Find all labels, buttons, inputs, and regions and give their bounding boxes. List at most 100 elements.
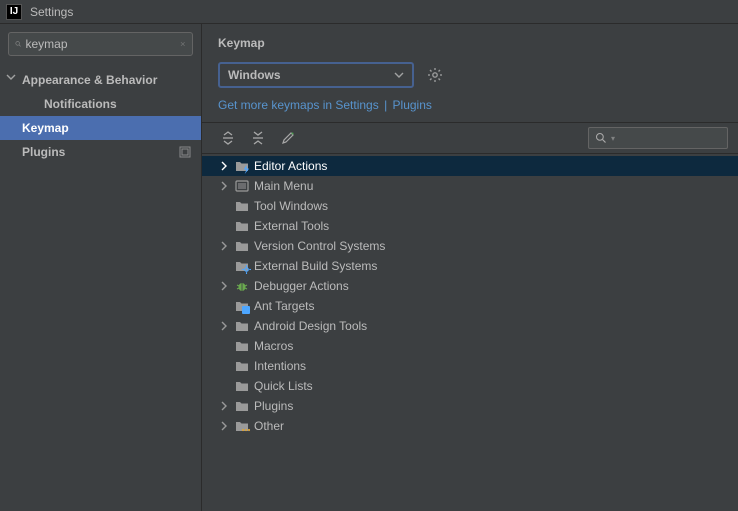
folder-icon xyxy=(234,338,250,354)
expander-slot xyxy=(216,258,232,274)
chevron-down-icon[interactable] xyxy=(6,72,20,86)
expander-slot[interactable] xyxy=(216,398,232,414)
titlebar: IJ Settings xyxy=(0,0,738,24)
action-tree-item-other[interactable]: Other xyxy=(202,416,738,436)
sidebar-item-plugins[interactable]: Plugins xyxy=(0,140,201,164)
action-tree-item-editor-actions[interactable]: Editor Actions xyxy=(202,156,738,176)
sidebar-item-notifications[interactable]: Notifications xyxy=(0,92,201,116)
pencil-icon xyxy=(281,131,295,145)
expander-slot[interactable] xyxy=(216,158,232,174)
collapse-all-icon xyxy=(251,131,265,145)
expander-slot[interactable] xyxy=(216,318,232,334)
action-tree-item-quick-lists[interactable]: Quick Lists xyxy=(202,376,738,396)
link-separator: | xyxy=(379,98,393,112)
tree-item-label: External Build Systems xyxy=(254,259,377,273)
tree-item-label: Macros xyxy=(254,339,293,353)
tree-item-label: Quick Lists xyxy=(254,379,313,393)
tree-item-label: Tool Windows xyxy=(254,199,328,213)
chevron-down-icon xyxy=(394,70,404,80)
folder-icon xyxy=(234,398,250,414)
chevron-right-icon xyxy=(219,281,229,291)
expander-slot xyxy=(216,338,232,354)
clear-icon[interactable] xyxy=(180,38,186,50)
expander-slot xyxy=(216,298,232,314)
gear-icon xyxy=(427,67,443,83)
settings-sidebar: Appearance & Behavior Notifications Keymap… xyxy=(0,24,202,511)
keymap-actions-tree[interactable]: Editor Actions Main Menu Tool Windows Exter… xyxy=(202,154,738,511)
search-icon xyxy=(595,132,607,144)
expander-slot[interactable] xyxy=(216,278,232,294)
folder-icon xyxy=(234,218,250,234)
tree-item-label: Other xyxy=(254,419,284,433)
keymap-tree-toolbar: ▾ xyxy=(202,122,738,154)
folder-dots-icon xyxy=(234,418,250,434)
chevron-right-icon xyxy=(219,181,229,191)
tree-item-label: Version Control Systems xyxy=(254,239,385,253)
keymap-scheme-select[interactable]: Windows xyxy=(218,62,414,88)
chevron-right-icon xyxy=(219,241,229,251)
tree-item-label: External Tools xyxy=(254,219,329,233)
settings-scope-icon xyxy=(179,146,191,158)
sidebar-search-input[interactable] xyxy=(25,37,180,51)
action-tree-item-macros[interactable]: Macros xyxy=(202,336,738,356)
expander-slot[interactable] xyxy=(216,238,232,254)
tree-item-label: Main Menu xyxy=(254,179,313,193)
chevron-right-icon xyxy=(219,321,229,331)
folder-lightning-icon xyxy=(234,158,250,174)
action-tree-item-android-design-tools[interactable]: Android Design Tools xyxy=(202,316,738,336)
expander-slot xyxy=(216,378,232,394)
tree-item-label: Editor Actions xyxy=(254,159,327,173)
expander-slot xyxy=(216,198,232,214)
expander-slot xyxy=(216,218,232,234)
folder-icon xyxy=(234,198,250,214)
action-tree-item-tool-windows[interactable]: Tool Windows xyxy=(202,196,738,216)
bug-icon xyxy=(234,278,250,294)
sidebar-search-field[interactable] xyxy=(8,32,193,56)
page-title: Keymap xyxy=(202,24,738,56)
get-more-keymaps-row: Get more keymaps in Settings | Plugins xyxy=(202,94,738,122)
expander-slot[interactable] xyxy=(216,418,232,434)
keymap-settings-gear-button[interactable] xyxy=(424,64,446,86)
expand-all-button[interactable] xyxy=(218,128,238,148)
expander-slot xyxy=(216,358,232,374)
search-icon xyxy=(15,37,21,51)
chevron-right-icon xyxy=(219,421,229,431)
keymap-tree-search-input[interactable] xyxy=(619,131,721,145)
keymap-scheme-value: Windows xyxy=(228,68,281,82)
action-tree-item-external-build-systems[interactable]: External Build Systems xyxy=(202,256,738,276)
collapse-all-button[interactable] xyxy=(248,128,268,148)
menu-icon xyxy=(234,178,250,194)
action-tree-item-external-tools[interactable]: External Tools xyxy=(202,216,738,236)
expander-slot[interactable] xyxy=(216,178,232,194)
chevron-right-icon xyxy=(219,401,229,411)
action-tree-item-debugger-actions[interactable]: Debugger Actions xyxy=(202,276,738,296)
tree-item-label: Plugins xyxy=(254,399,293,413)
action-tree-item-main-menu[interactable]: Main Menu xyxy=(202,176,738,196)
window-title: Settings xyxy=(30,5,73,19)
keymap-tree-search-field[interactable]: ▾ xyxy=(588,127,728,149)
plugins-link[interactable]: Plugins xyxy=(393,98,432,112)
expand-all-icon xyxy=(221,131,235,145)
sidebar-item-appearance-behavior[interactable]: Appearance & Behavior xyxy=(0,68,201,92)
chevron-down-icon: ▾ xyxy=(611,134,615,143)
chevron-right-icon xyxy=(219,161,229,171)
action-tree-item-version-control-systems[interactable]: Version Control Systems xyxy=(202,236,738,256)
link-prefix-text: Get more keymaps in xyxy=(218,98,335,112)
settings-link[interactable]: Settings xyxy=(335,98,378,112)
settings-categories-tree[interactable]: Appearance & Behavior Notifications Keymap… xyxy=(0,64,201,511)
folder-gear-icon xyxy=(234,258,250,274)
edit-shortcut-button[interactable] xyxy=(278,128,298,148)
tree-item-label: Android Design Tools xyxy=(254,319,367,333)
sidebar-item-label: Plugins xyxy=(22,145,65,159)
action-tree-item-ant-targets[interactable]: Ant Targets xyxy=(202,296,738,316)
tree-item-label: Ant Targets xyxy=(254,299,314,313)
action-tree-item-intentions[interactable]: Intentions xyxy=(202,356,738,376)
action-tree-item-plugins[interactable]: Plugins xyxy=(202,396,738,416)
app-icon: IJ xyxy=(6,4,22,20)
tree-item-label: Debugger Actions xyxy=(254,279,349,293)
folder-icon xyxy=(234,318,250,334)
sidebar-item-keymap[interactable]: Keymap xyxy=(0,116,201,140)
folder-icon xyxy=(234,378,250,394)
sidebar-item-label: Keymap xyxy=(22,121,69,135)
sidebar-item-label: Notifications xyxy=(44,97,117,111)
